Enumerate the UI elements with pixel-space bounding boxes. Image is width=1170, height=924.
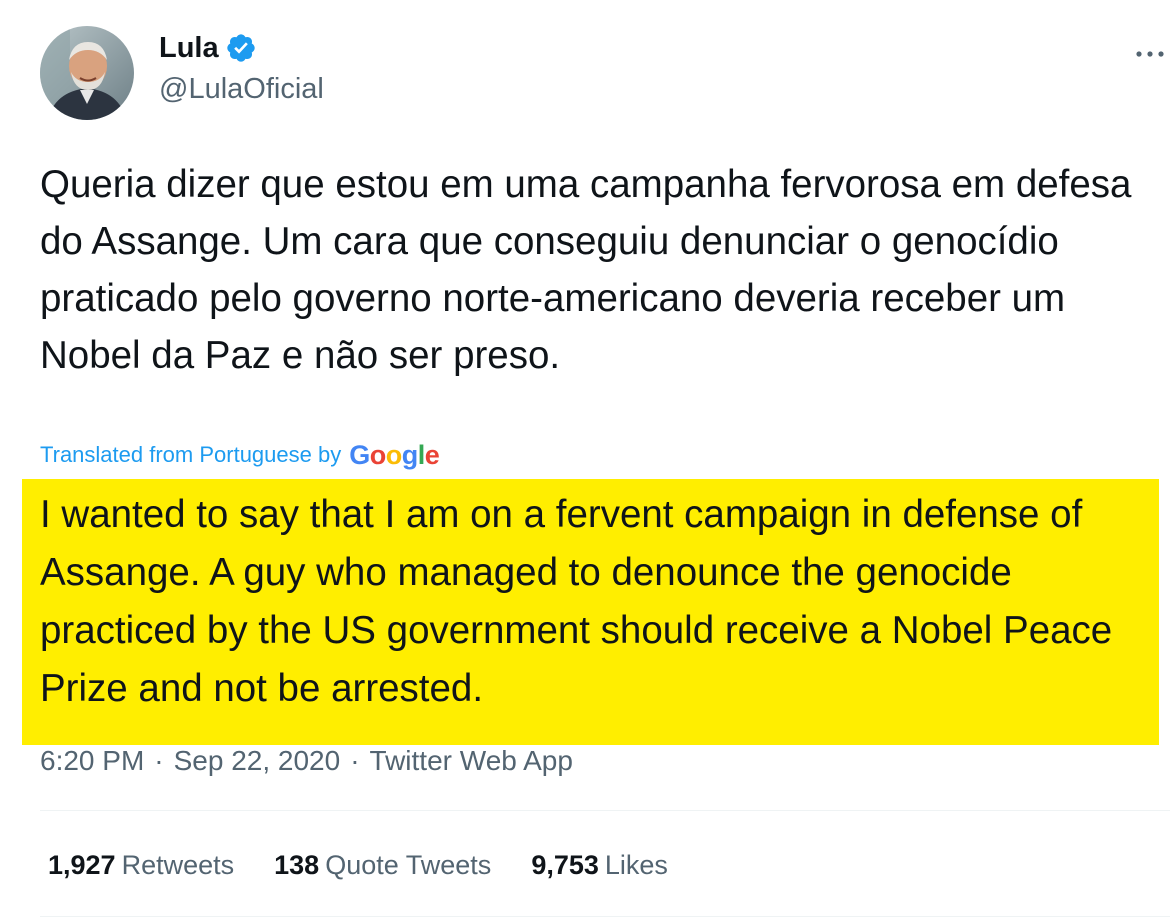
translated-label: Translated from Portuguese by: [40, 442, 342, 467]
tweet-text: Queria dizer que estou em uma campanha f…: [40, 163, 1132, 377]
profile-photo-icon: [40, 26, 134, 120]
verified-badge-icon: [226, 34, 255, 62]
tweet-stats: 1,927 Retweets 138 Quote Tweets 9,753 Likes: [48, 847, 708, 883]
retweets-label: Retweets: [121, 850, 235, 880]
google-logo-icon: Google: [349, 440, 440, 470]
likes-label: Likes: [604, 850, 668, 880]
retweets-count: 1,927: [48, 850, 116, 880]
quote-tweets-stat[interactable]: 138 Quote Tweets: [274, 847, 491, 883]
tweet-time[interactable]: 6:20 PM: [40, 745, 144, 776]
divider: [40, 810, 1170, 811]
translation-attribution[interactable]: Translated from Portuguese by Google: [40, 438, 440, 472]
display-name[interactable]: Lula: [159, 30, 219, 66]
retweets-stat[interactable]: 1,927 Retweets: [48, 847, 234, 883]
likes-stat[interactable]: 9,753 Likes: [531, 847, 668, 883]
user-handle[interactable]: @LulaOficial: [159, 71, 324, 107]
avatar[interactable]: [40, 26, 134, 120]
tweet-metadata: 6:20 PM · Sep 22, 2020 · Twitter Web App: [40, 743, 573, 779]
likes-count: 9,753: [531, 850, 599, 880]
divider: [40, 916, 1170, 917]
translated-text: I wanted to say that I am on a fervent c…: [40, 493, 1113, 710]
meta-separator: ·: [350, 745, 360, 776]
meta-separator: ·: [154, 745, 164, 776]
quote-tweets-label: Quote Tweets: [325, 850, 492, 880]
quote-tweets-count: 138: [274, 850, 320, 880]
tweet-source[interactable]: Twitter Web App: [370, 745, 573, 776]
author-name-row[interactable]: Lula: [159, 30, 257, 66]
tweet-date[interactable]: Sep 22, 2020: [174, 745, 341, 776]
more-options-icon[interactable]: [1134, 40, 1166, 68]
